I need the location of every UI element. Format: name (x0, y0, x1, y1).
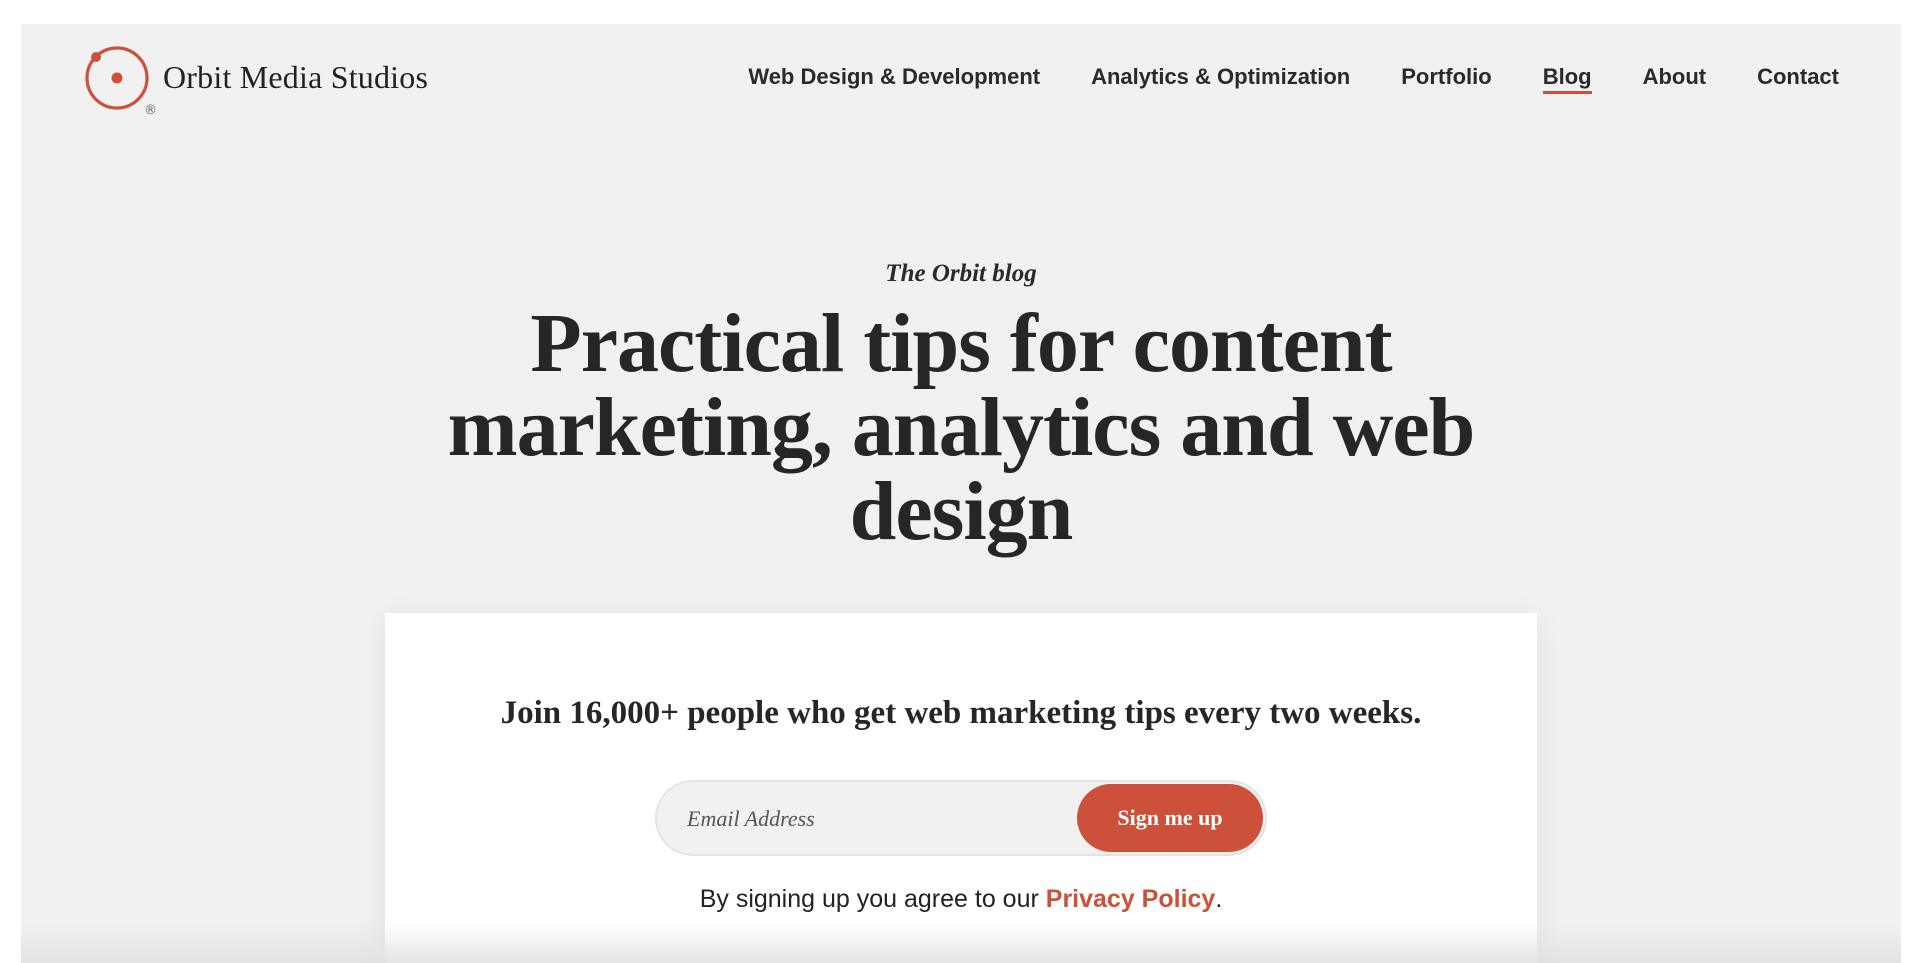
sign-up-button[interactable]: Sign me up (1077, 784, 1263, 852)
newsletter-card: Join 16,000+ people who get web marketin… (385, 613, 1537, 963)
consent-prefix: By signing up you agree to our (699, 885, 1046, 913)
consent-suffix: . (1215, 885, 1223, 913)
nav-item-web-design[interactable]: Web Design & Development (748, 64, 1040, 94)
nav-item-about[interactable]: About (1643, 64, 1707, 94)
blog-eyebrow: The Orbit blog (885, 260, 1037, 287)
site-header: ® Orbit Media Studios Web Design & Devel… (21, 24, 1901, 134)
nav-item-portfolio[interactable]: Portfolio (1401, 64, 1491, 94)
orbit-logo-icon: ® (85, 46, 157, 118)
privacy-policy-link[interactable]: Privacy Policy (1046, 885, 1216, 913)
page-background: ® Orbit Media Studios Web Design & Devel… (21, 24, 1901, 963)
email-field[interactable] (685, 794, 1069, 844)
newsletter-form: Sign me up (655, 780, 1267, 856)
main-nav: Web Design & Development Analytics & Opt… (748, 64, 1839, 94)
nav-item-blog[interactable]: Blog (1542, 64, 1592, 94)
brand-name: Orbit Media Studios (163, 58, 429, 95)
nav-item-analytics[interactable]: Analytics & Optimization (1091, 64, 1350, 94)
consent-text: By signing up you agree to our Privacy P… (385, 885, 1537, 914)
registered-mark: ® (144, 103, 157, 118)
nav-item-contact[interactable]: Contact (1757, 64, 1839, 94)
logo-link[interactable]: ® Orbit Media Studios (85, 46, 429, 118)
page-title: Practical tips for content marketing, an… (447, 297, 1476, 558)
newsletter-heading: Join 16,000+ people who get web marketin… (500, 695, 1422, 731)
